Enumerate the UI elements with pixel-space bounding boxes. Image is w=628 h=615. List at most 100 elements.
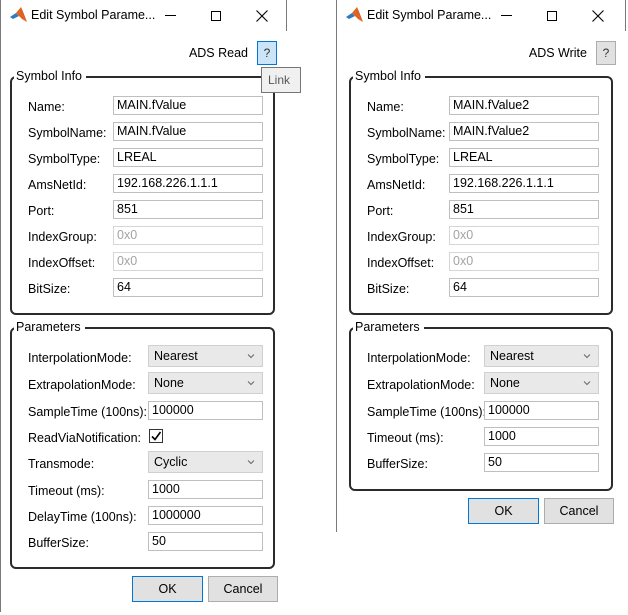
port-input[interactable]: 851 [449,200,599,219]
name-label: Name: [367,100,404,114]
cancel-button[interactable]: Cancel [544,498,614,524]
cancel-button[interactable]: Cancel [208,576,278,602]
symbolname-label: SymbolName: [28,126,107,140]
indexoffset-label: IndexOffset: [28,256,96,270]
field-row-name: Name: MAIN.fValue2 [351,93,611,119]
timeout-input[interactable]: 1000 [148,480,263,499]
ok-button[interactable]: OK [132,576,203,602]
checkmark-icon [151,431,162,441]
bitsize-input[interactable]: 64 [113,278,263,297]
name-input[interactable]: MAIN.fValue [113,96,263,115]
field-row-indexgroup: IndexGroup: 0x0 [12,223,273,249]
sample-time-label: SampleTime (100ns): [367,405,487,419]
extrapolation-mode-select[interactable]: None [148,372,263,394]
help-tooltip: Link [261,67,301,93]
port-input[interactable]: 851 [113,200,263,219]
symboltype-label: SymbolType: [367,152,440,166]
close-icon [592,9,604,22]
transmode-select[interactable]: Cyclic [148,451,263,473]
block-header: ADS Write ? [529,41,616,65]
block-type-label: ADS Read [188,46,248,60]
symbolname-input[interactable]: MAIN.fValue [113,122,263,141]
indexgroup-input: 0x0 [113,226,263,245]
extrapolation-mode-label: ExtrapolationMode: [28,378,136,392]
close-button[interactable] [239,0,285,31]
matlab-logo-icon [346,7,363,22]
minimize-button[interactable] [147,0,193,31]
symbol-info-legend: Symbol Info [14,68,87,84]
param-row-interpolation: InterpolationMode: Nearest [351,344,611,370]
parameters-legend: Parameters [14,319,85,335]
amsnetid-label: AmsNetId: [367,178,426,192]
amsnetid-input[interactable]: 192.168.226.1.1.1 [449,174,599,193]
window-title: Edit Symbol Parame... [367,8,492,22]
sample-time-input[interactable]: 100000 [484,401,599,420]
read-via-notification-label: ReadViaNotification: [28,431,142,445]
sample-time-label: SampleTime (100ns): [28,405,148,419]
param-row-delay-time: DelayTime (100ns): 1000000 [12,503,273,529]
buffer-size-input[interactable]: 50 [148,532,263,551]
chevron-down-icon [583,381,591,386]
delay-time-input[interactable]: 1000000 [148,506,263,525]
interpolation-mode-select[interactable]: Nearest [484,345,599,367]
minimize-button[interactable] [483,0,529,31]
timeout-label: Timeout (ms): [28,484,105,498]
param-row-extrapolation: ExtrapolationMode: None [12,371,273,397]
indexgroup-label: IndexGroup: [367,230,436,244]
help-button[interactable]: ? [596,41,616,65]
timeout-input[interactable]: 1000 [484,427,599,446]
port-label: Port: [28,204,55,218]
field-row-symbolname: SymbolName: MAIN.fValue [12,119,273,145]
extrapolation-mode-label: ExtrapolationMode: [367,378,475,392]
indexoffset-label: IndexOffset: [367,256,435,270]
symboltype-input[interactable]: LREAL [449,148,599,167]
timeout-label: Timeout (ms): [367,431,444,445]
symbolname-input[interactable]: MAIN.fValue2 [449,122,599,141]
field-row-amsnetid: AmsNetId: 192.168.226.1.1.1 [12,171,273,197]
symboltype-label: SymbolType: [28,152,101,166]
amsnetid-input[interactable]: 192.168.226.1.1.1 [113,174,263,193]
extrapolation-mode-select[interactable]: None [484,372,599,394]
symbolname-label: SymbolName: [367,126,446,140]
param-row-read-via-notification: ReadViaNotification: [12,424,273,450]
extrapolation-mode-value: None [490,376,520,390]
symbol-info-group: Symbol Info Name: MAIN.fValue2 SymbolNam… [349,68,613,315]
interpolation-mode-value: Nearest [154,349,198,363]
maximize-button[interactable] [193,0,239,31]
param-row-buffer-size: BufferSize: 50 [351,450,611,476]
param-row-transmode: Transmode: Cyclic [12,450,273,476]
transmode-value: Cyclic [154,455,188,469]
field-row-bitsize: BitSize: 64 [351,275,611,301]
indexoffset-input: 0x0 [113,252,263,271]
field-row-bitsize: BitSize: 64 [12,275,273,301]
help-button[interactable]: ? [257,41,277,65]
indexgroup-input: 0x0 [449,226,599,245]
name-input[interactable]: MAIN.fValue2 [449,96,599,115]
buffer-size-label: BufferSize: [28,536,89,550]
block-header: ADS Read ? [189,41,277,65]
interpolation-mode-value: Nearest [490,349,534,363]
read-via-notification-checkbox[interactable] [149,429,163,443]
maximize-icon [211,10,221,21]
sample-time-input[interactable]: 100000 [148,401,263,420]
field-row-symboltype: SymbolType: LREAL [351,145,611,171]
name-label: Name: [28,100,65,114]
symboltype-input[interactable]: LREAL [113,148,263,167]
ok-button[interactable]: OK [468,498,539,524]
bitsize-input[interactable]: 64 [449,278,599,297]
maximize-icon [547,10,557,21]
param-row-buffer-size: BufferSize: 50 [12,529,273,555]
field-row-symbolname: SymbolName: MAIN.fValue2 [351,119,611,145]
field-row-port: Port: 851 [12,197,273,223]
close-button[interactable] [575,0,621,31]
buffer-size-input[interactable]: 50 [484,453,599,472]
buffer-size-label: BufferSize: [367,457,428,471]
field-row-indexgroup: IndexGroup: 0x0 [351,223,611,249]
maximize-button[interactable] [529,0,575,31]
parameters-group: Parameters InterpolationMode: Nearest Ex… [10,319,275,569]
title-bar[interactable]: Edit Symbol Parame... [1,0,287,31]
param-row-extrapolation: ExtrapolationMode: None [351,371,611,397]
param-row-timeout: Timeout (ms): 1000 [351,424,611,450]
title-bar[interactable]: Edit Symbol Parame... [337,0,626,31]
interpolation-mode-select[interactable]: Nearest [148,345,263,367]
